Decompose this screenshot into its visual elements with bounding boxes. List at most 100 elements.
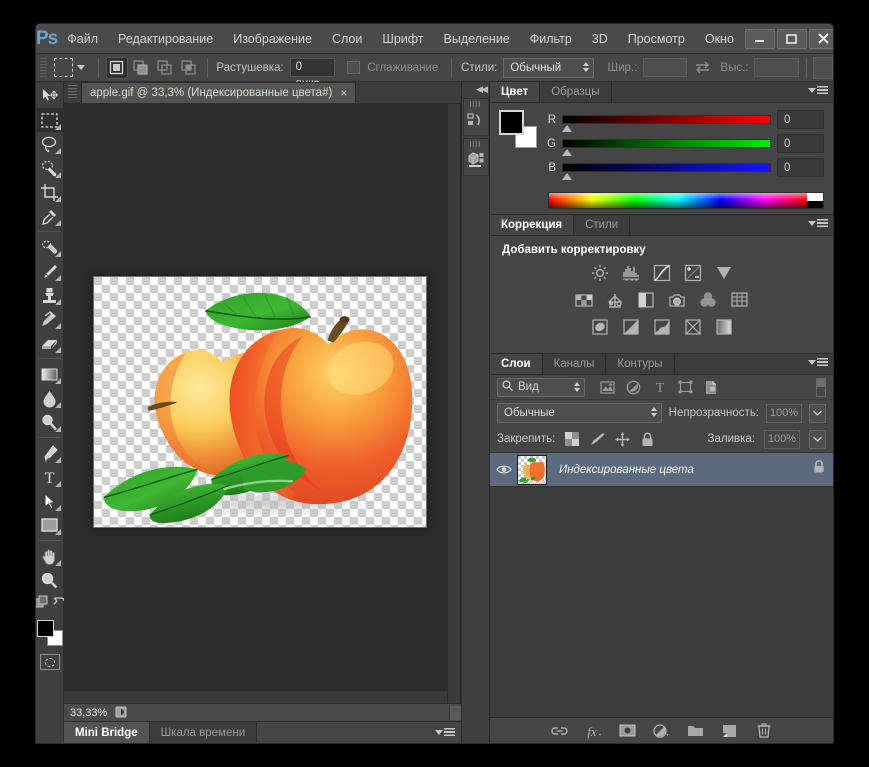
layer-thumbnail[interactable] — [517, 455, 547, 485]
default-colors-reset-icon[interactable] — [53, 596, 65, 614]
opacity-dropdown-arrow[interactable] — [809, 404, 826, 423]
lock-all-icon[interactable] — [639, 431, 655, 447]
new-selection-button[interactable] — [106, 57, 128, 79]
rectangular-marquee-tool[interactable] — [37, 108, 63, 132]
layer-row[interactable]: Индексированные цвета — [490, 453, 833, 487]
rectangle-tool[interactable] — [37, 513, 63, 537]
antialias-row[interactable]: Сглаживание — [347, 61, 444, 74]
blur-tool[interactable] — [37, 386, 63, 410]
filter-smart-object-icon[interactable] — [703, 379, 720, 396]
history-panel-icon[interactable] — [464, 108, 488, 132]
selective-color-icon[interactable] — [682, 317, 704, 337]
lasso-tool[interactable] — [37, 132, 63, 156]
green-channel-value[interactable]: 0 — [777, 134, 824, 153]
menu-window[interactable]: Окно — [695, 24, 744, 54]
color-balance-icon[interactable] — [604, 290, 626, 310]
stepper-arrows-icon[interactable] — [651, 407, 657, 417]
horizontal-type-tool[interactable]: T — [37, 465, 63, 489]
collapse-panels-icon[interactable]: ◀◀ — [476, 84, 486, 95]
path-selection-tool[interactable] — [37, 489, 63, 513]
3d-panel-group[interactable] — [463, 138, 489, 176]
canvas-horizontal-scrollbar[interactable] — [64, 690, 447, 703]
red-slider-thumb[interactable] — [562, 125, 572, 132]
fill-value[interactable]: 100% — [764, 430, 800, 449]
filter-type-icon[interactable]: T — [651, 379, 668, 396]
menu-3d[interactable]: 3D — [582, 24, 618, 54]
lock-transparent-pixels-icon[interactable] — [564, 431, 580, 447]
layer-filter-kind-select[interactable]: Вид — [497, 378, 585, 397]
dodge-tool[interactable] — [37, 410, 63, 434]
color-panel-swatches[interactable] — [499, 110, 537, 148]
group-grip[interactable] — [470, 101, 482, 107]
menu-type[interactable]: Шрифт — [372, 24, 433, 54]
delete-layer-icon[interactable] — [755, 722, 773, 740]
zoom-tool[interactable] — [37, 568, 63, 592]
curves-icon[interactable] — [651, 263, 673, 283]
refine-edge-button[interactable] — [813, 57, 833, 79]
history-brush-tool[interactable] — [37, 307, 63, 331]
foreground-background-color-swatches[interactable] — [37, 620, 63, 646]
width-input[interactable] — [643, 58, 687, 77]
3d-panel-icon[interactable] — [464, 148, 488, 172]
blend-mode-select[interactable]: Обычные — [497, 403, 662, 423]
add-to-selection-button[interactable] — [130, 57, 152, 79]
hand-tool[interactable] — [37, 544, 63, 568]
filter-pixel-icon[interactable] — [599, 379, 616, 396]
hue-saturation-icon[interactable] — [573, 290, 595, 310]
pen-tool[interactable] — [37, 441, 63, 465]
layer-visibility-eye-icon[interactable] — [490, 464, 517, 475]
tab-strip-grip[interactable] — [68, 85, 77, 99]
eyedropper-tool[interactable] — [37, 204, 63, 228]
intersect-with-selection-button[interactable] — [178, 57, 200, 79]
opacity-value[interactable]: 100% — [766, 404, 802, 423]
filter-shape-icon[interactable] — [677, 379, 694, 396]
gradient-tool[interactable] — [37, 362, 63, 386]
fill-dropdown-arrow[interactable] — [809, 430, 826, 449]
tab-mini-bridge[interactable]: Mini Bridge — [64, 722, 150, 743]
eraser-tool[interactable] — [37, 331, 63, 355]
tab-timeline[interactable]: Шкала времени — [150, 722, 258, 743]
minimize-button[interactable] — [745, 29, 775, 49]
threshold-icon[interactable] — [651, 317, 673, 337]
history-actions-group[interactable] — [463, 98, 489, 136]
canvas-viewport[interactable] — [64, 104, 461, 703]
lock-position-icon[interactable] — [614, 431, 630, 447]
color-spectrum-ramp[interactable] — [548, 192, 824, 209]
blue-channel-value[interactable]: 0 — [777, 158, 824, 177]
spectrum-white-black[interactable] — [807, 193, 823, 208]
posterize-icon[interactable] — [620, 317, 642, 337]
exposure-icon[interactable] — [682, 263, 704, 283]
spectrum-gradient[interactable] — [549, 193, 807, 208]
maximize-button[interactable] — [777, 29, 807, 49]
levels-icon[interactable] — [620, 263, 642, 283]
style-select[interactable]: Обычный — [503, 58, 593, 78]
edit-in-quick-mask-shapes-icon[interactable] — [36, 596, 48, 614]
black-white-icon[interactable] — [635, 290, 657, 310]
close-icon[interactable]: × — [340, 86, 347, 100]
channel-mixer-icon[interactable] — [697, 290, 719, 310]
dock-collapse-header[interactable]: ◀◀ — [462, 82, 489, 96]
crop-tool[interactable] — [37, 180, 63, 204]
tab-layers[interactable]: Слои — [490, 354, 543, 374]
foreground-color-swatch[interactable] — [37, 620, 54, 637]
add-layer-mask-icon[interactable] — [619, 722, 637, 740]
menu-edit[interactable]: Редактирование — [108, 24, 223, 54]
menu-image[interactable]: Изображение — [223, 24, 322, 54]
feather-input[interactable]: 0 пикс. — [290, 58, 336, 77]
menu-file[interactable]: Файл — [57, 24, 108, 54]
brightness-contrast-icon[interactable] — [589, 263, 611, 283]
group-grip[interactable] — [470, 141, 482, 147]
stepper-arrows-icon[interactable] — [574, 382, 580, 392]
color-lookup-icon[interactable] — [728, 290, 750, 310]
menu-select[interactable]: Выделение — [434, 24, 520, 54]
panel-menu-icon[interactable] — [808, 358, 828, 367]
panel-menu-icon[interactable] — [435, 728, 455, 737]
photo-filter-icon[interactable] — [666, 290, 688, 310]
quick-mask-button[interactable] — [40, 654, 60, 670]
subtract-from-selection-button[interactable] — [154, 57, 176, 79]
green-channel-slider[interactable] — [562, 139, 771, 148]
red-channel-slider[interactable] — [562, 115, 771, 124]
antialias-checkbox[interactable] — [347, 61, 360, 74]
swap-dimensions-icon[interactable] — [695, 60, 710, 76]
gradient-map-icon[interactable] — [713, 317, 735, 337]
